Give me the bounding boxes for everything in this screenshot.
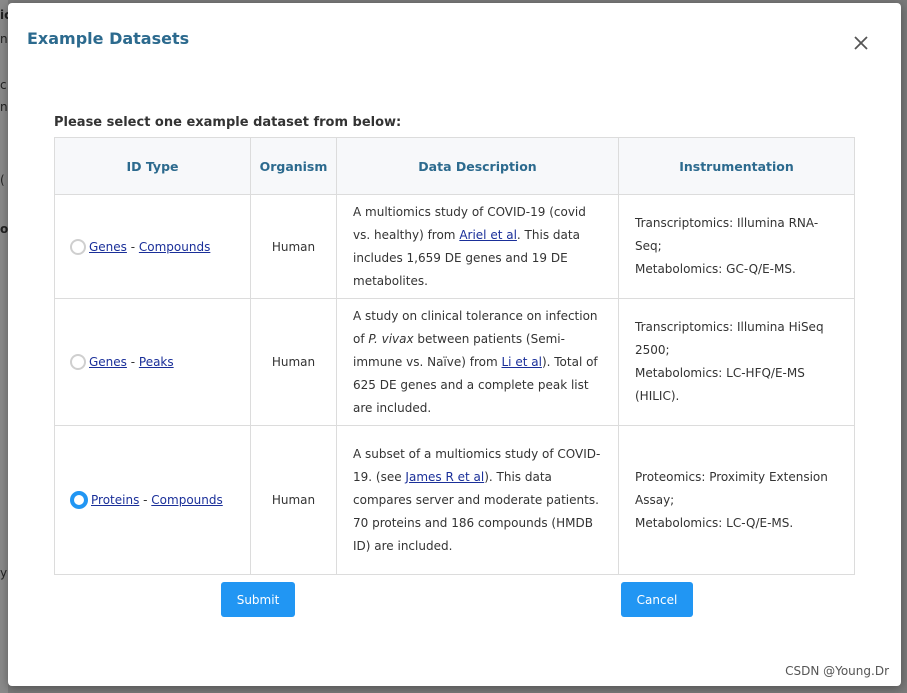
background-text-fragment: c: [0, 78, 7, 92]
close-button[interactable]: [851, 33, 871, 53]
datasets-table: ID Type Organism Data Description Instru…: [54, 137, 855, 575]
reference-link[interactable]: Ariel et al: [459, 228, 517, 242]
id-type-separator: -: [139, 493, 152, 507]
id-type-separator: -: [126, 239, 139, 254]
table-row: Genes - Peaks Human A study on clinical …: [54, 298, 855, 426]
id-type-label: Proteins - Compounds: [91, 493, 223, 507]
id-type-separator: -: [126, 355, 139, 369]
reference-link[interactable]: Li et al: [502, 355, 542, 369]
organism-cell: Human: [250, 425, 337, 575]
cancel-button[interactable]: Cancel: [621, 582, 693, 617]
peaks-link[interactable]: Peaks: [139, 355, 174, 369]
radio-unchecked-icon[interactable]: [70, 238, 86, 255]
species-name: P. vivax: [368, 331, 414, 346]
data-description-cell: A study on clinical tolerance on infecti…: [336, 298, 619, 426]
id-type-cell: Genes - Compounds: [54, 194, 251, 299]
instruction-text: Please select one example dataset from b…: [54, 115, 402, 130]
dialog-title: Example Datasets: [27, 29, 190, 48]
id-type-label: Genes - Peaks: [89, 355, 174, 369]
id-type-cell: Proteins - Compounds: [54, 425, 251, 575]
column-header-organism: Organism: [250, 137, 337, 195]
table-row: Proteins - Compounds Human A subset of a…: [54, 425, 855, 575]
instrumentation-line: Transcriptomics: Illumina RNA-Seq;: [635, 216, 819, 253]
table-header-row: ID Type Organism Data Description Instru…: [54, 137, 855, 195]
instrumentation-cell: Transcriptomics: Illumina RNA-Seq; Metabo…: [618, 194, 855, 299]
instrumentation-cell: Transcriptomics: Illumina HiSeq 2500; Met…: [618, 298, 855, 426]
submit-button[interactable]: Submit: [221, 582, 295, 617]
genes-link[interactable]: Genes: [89, 240, 127, 254]
column-header-data-description: Data Description: [336, 137, 619, 195]
instrumentation-line: Proteomics: Proximity Extension Assay;: [635, 469, 828, 507]
reference-link[interactable]: James R et al: [405, 470, 484, 484]
radio-unchecked-icon[interactable]: [70, 354, 86, 370]
data-description-cell: A multiomics study of COVID-19 (covid vs…: [336, 194, 619, 299]
organism-cell: Human: [250, 298, 337, 426]
instrumentation-line: Transcriptomics: Illumina HiSeq 2500;: [635, 320, 824, 357]
watermark-text: CSDN @Young.Dr: [785, 664, 889, 678]
instrumentation-line: Metabolomics: LC-Q/E-MS.: [635, 515, 794, 530]
compounds-link[interactable]: Compounds: [139, 240, 210, 254]
instrumentation-cell: Proteomics: Proximity Extension Assay; Me…: [618, 425, 855, 575]
close-icon: [854, 36, 868, 50]
column-header-instrumentation: Instrumentation: [618, 137, 855, 195]
table-row: Genes - Compounds Human A multiomics stu…: [54, 194, 855, 299]
example-datasets-dialog: Example Datasets Please select one examp…: [8, 3, 901, 686]
genes-link[interactable]: Genes: [89, 355, 127, 369]
column-header-id-type: ID Type: [54, 137, 251, 195]
radio-checked-icon[interactable]: [70, 491, 88, 509]
background-text-fragment: y: [0, 566, 8, 580]
compounds-link[interactable]: Compounds: [151, 493, 222, 507]
organism-cell: Human: [250, 194, 337, 299]
id-type-label: Genes - Compounds: [89, 240, 210, 254]
id-type-cell: Genes - Peaks: [54, 298, 251, 426]
background-text-fragment: (: [0, 173, 5, 187]
data-description-cell: A subset of a multiomics study of COVID-…: [336, 425, 619, 575]
instrumentation-line: Metabolomics: GC-Q/E-MS.: [635, 262, 796, 276]
proteins-link[interactable]: Proteins: [91, 493, 139, 507]
background-text-fragment: n: [0, 100, 8, 114]
instrumentation-line: Metabolomics: LC-HFQ/E-MS (HILIC).: [635, 366, 805, 403]
background-text-fragment: n: [0, 32, 8, 46]
